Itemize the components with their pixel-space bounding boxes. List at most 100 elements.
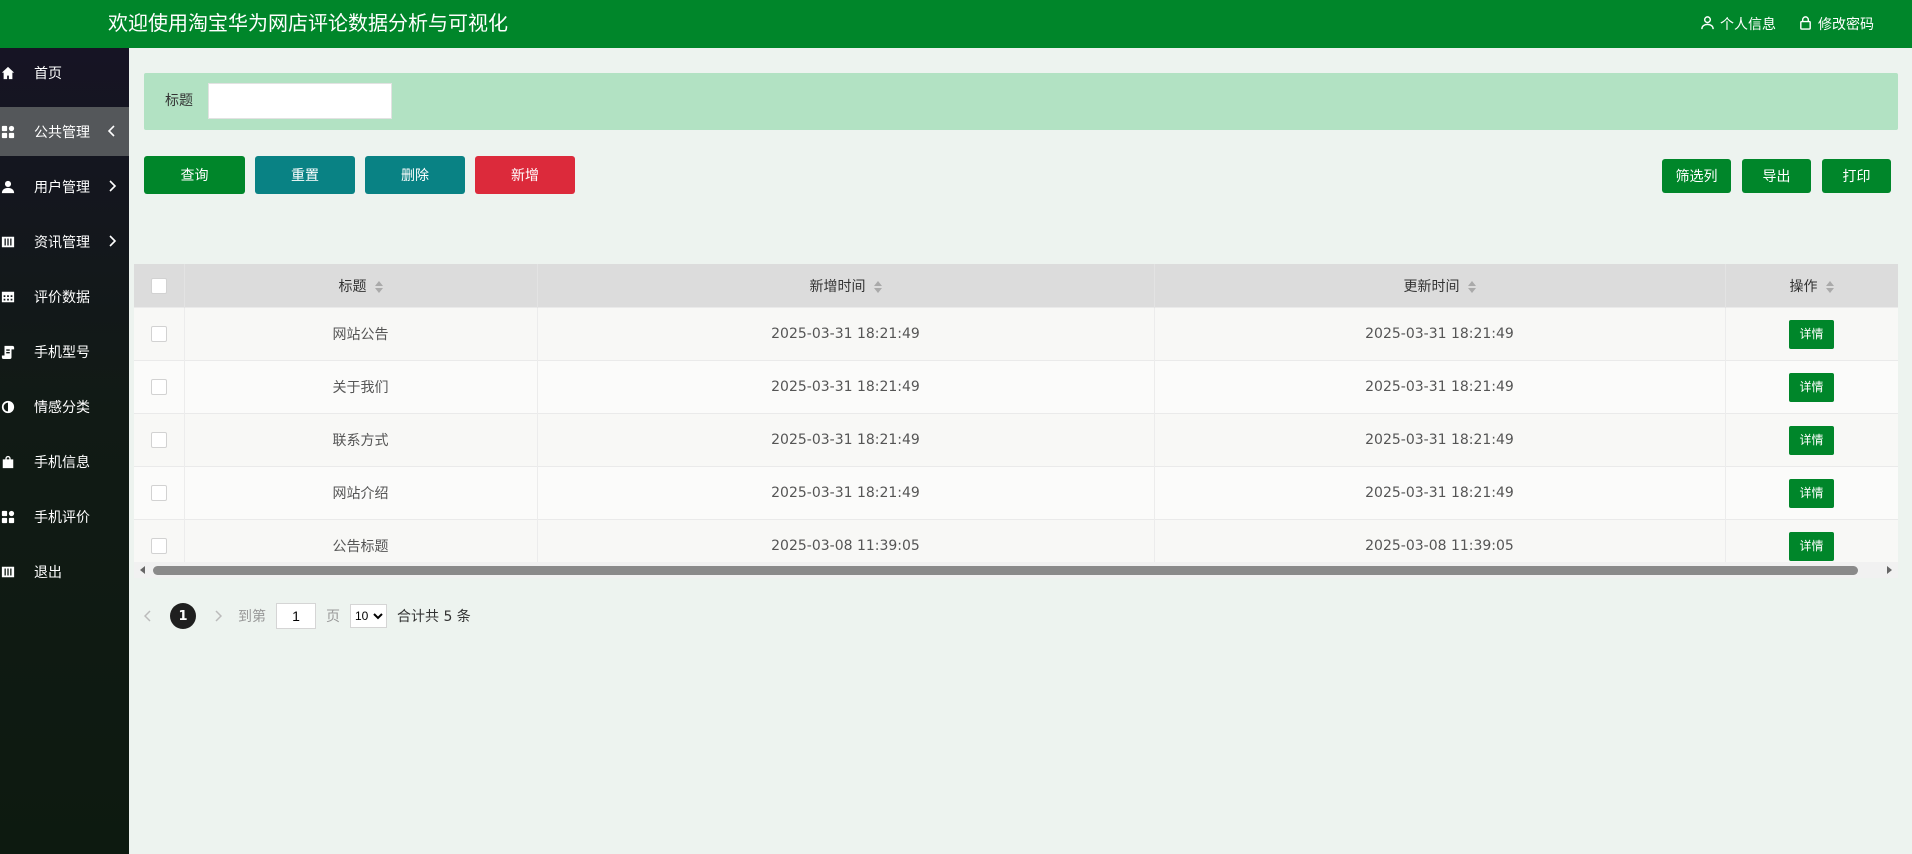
sort-icon[interactable] [374,280,383,294]
sidebar-item-phone-reviews[interactable]: 手机评价 [0,492,129,541]
cell-title: 网站介绍 [184,466,538,520]
top-actions: 个人信息 修改密码 [1700,0,1874,48]
delete-button[interactable]: 删除 [365,156,465,194]
page-size-select[interactable]: 10 [350,604,387,628]
cell-updated: 2025-03-31 18:21:49 [1154,307,1726,361]
sidebar-item-home[interactable]: 首页 [0,48,129,97]
cell-updated: 2025-03-31 18:21:49 [1154,413,1726,467]
sidebar-item-label: 手机信息 [34,454,90,471]
add-button[interactable]: 新增 [475,156,575,194]
cell-created: 2025-03-31 18:21:49 [537,466,1155,520]
sidebar-item-label: 用户管理 [34,179,90,196]
page-number-current[interactable]: 1 [170,603,196,629]
calendar-icon [1,290,15,304]
cell-created: 2025-03-31 18:21:49 [537,413,1155,467]
total-count: 合计共 5 条 [397,609,471,625]
half-circle-icon [1,400,15,414]
cell-title: 网站公告 [184,307,538,361]
columns-icon [1,235,15,249]
next-page-icon[interactable] [210,608,226,624]
column-header-actions[interactable]: 操作 [1725,264,1898,308]
sidebar-item-sentiment[interactable]: 情感分类 [0,382,129,431]
select-all-checkbox[interactable] [150,277,167,294]
change-password-link[interactable]: 修改密码 [1798,14,1874,34]
table-row: 关于我们 2025-03-31 18:21:49 2025-03-31 18:2… [134,360,1898,414]
sidebar-item-phone-model[interactable]: 手机型号 [0,327,129,376]
cell-updated: 2025-03-31 18:21:49 [1154,466,1726,520]
profile-label: 个人信息 [1720,17,1776,33]
goto-label: 到第 [238,609,266,625]
cell-created: 2025-03-31 18:21:49 [537,360,1155,414]
sidebar-item-label: 情感分类 [34,399,90,416]
sidebar-item-news-management[interactable]: 资讯管理 [0,217,129,266]
chevron-right-icon [107,234,117,248]
search-filter-bar: 标题 [144,73,1898,130]
row-checkbox[interactable] [150,432,167,448]
sidebar-item-label: 首页 [34,65,62,82]
sort-icon[interactable] [1825,280,1834,294]
detail-button[interactable]: 详情 [1789,372,1834,402]
sidebar-item-label: 评价数据 [34,289,90,306]
table-row: 网站公告 2025-03-31 18:21:49 2025-03-31 18:2… [134,307,1898,361]
cell-title: 联系方式 [184,413,538,467]
sidebar-item-logout[interactable]: 退出 [0,547,129,596]
sidebar-item-user-management[interactable]: 用户管理 [0,162,129,211]
scrollbar-thumb[interactable] [153,566,1858,575]
print-button[interactable]: 打印 [1822,159,1891,193]
sort-icon[interactable] [873,280,882,294]
detail-button[interactable]: 详情 [1789,319,1834,349]
goto-page-input[interactable] [276,603,316,629]
change-password-label: 修改密码 [1818,17,1874,33]
column-header-created[interactable]: 新增时间 [537,264,1155,308]
header-select-all[interactable] [134,264,185,308]
cell-title: 关于我们 [184,360,538,414]
detail-button[interactable]: 详情 [1789,425,1834,455]
page-unit-label: 页 [326,609,340,625]
table-row: 联系方式 2025-03-31 18:21:49 2025-03-31 18:2… [134,413,1898,467]
row-checkbox[interactable] [150,485,167,501]
sidebar-item-phone-info[interactable]: 手机信息 [0,437,129,486]
sidebar-item-review-data[interactable]: 评价数据 [0,272,129,321]
title-search-input[interactable] [208,83,392,119]
cell-updated: 2025-03-31 18:21:49 [1154,360,1726,414]
columns-icon [1,565,15,579]
horizontal-scrollbar[interactable] [134,562,1898,578]
bag-icon [1,455,15,469]
table-row: 网站介绍 2025-03-31 18:21:49 2025-03-31 18:2… [134,466,1898,520]
prev-page-icon[interactable] [140,608,156,624]
reset-button[interactable]: 重置 [255,156,355,194]
column-header-updated[interactable]: 更新时间 [1154,264,1726,308]
app-title: 欢迎使用淘宝华为网店评论数据分析与可视化 [108,11,508,35]
row-checkbox[interactable] [150,379,167,395]
sort-icon[interactable] [1467,280,1476,294]
grid-icon [1,510,15,524]
cell-created: 2025-03-31 18:21:49 [537,307,1155,361]
search-button[interactable]: 查询 [144,156,245,194]
profile-link[interactable]: 个人信息 [1700,14,1776,34]
export-button[interactable]: 导出 [1742,159,1811,193]
column-header-title[interactable]: 标题 [184,264,538,308]
sidebar-item-label: 退出 [34,564,62,581]
home-icon [1,66,15,80]
data-table: 标题 新增时间 更新时间 操作 网站公告 2025-03-31 18:21:49… [134,264,1898,578]
grid-icon [1,125,15,139]
sidebar-item-label: 手机评价 [34,509,90,526]
sidebar-item-public-management[interactable]: 公共管理 [0,107,129,156]
detail-button[interactable]: 详情 [1789,478,1834,508]
row-checkbox[interactable] [150,326,167,342]
scroll-right-icon[interactable] [1887,566,1892,574]
column-filter-button[interactable]: 筛选列 [1662,159,1731,193]
user-icon [1,180,15,194]
lock-icon [1798,15,1813,34]
title-filter-label: 标题 [165,93,193,109]
detail-button[interactable]: 详情 [1789,531,1834,561]
sidebar-item-label: 资讯管理 [34,234,90,251]
scroll-left-icon[interactable] [140,566,145,574]
row-checkbox[interactable] [150,538,167,554]
chevron-left-icon [107,124,117,138]
table-header-row: 标题 新增时间 更新时间 操作 [134,264,1898,308]
sidebar-item-label: 手机型号 [34,344,90,361]
sidebar-item-label: 公共管理 [34,124,90,141]
user-icon [1700,15,1715,34]
scroll-icon [1,345,15,359]
